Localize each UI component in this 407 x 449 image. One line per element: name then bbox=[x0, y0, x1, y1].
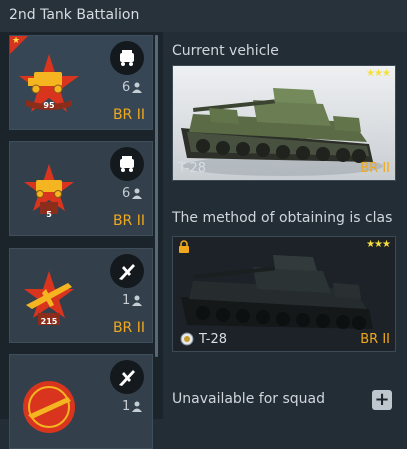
plane-emblem-icon: 215 bbox=[18, 265, 80, 335]
person-icon bbox=[132, 188, 143, 199]
current-vehicle-card[interactable]: ★★★ T-28 BR II bbox=[172, 65, 396, 181]
window-header: 2nd Tank Battalion bbox=[0, 0, 407, 32]
truck-emblem-icon: 5 bbox=[18, 158, 80, 228]
star-icon: ★ bbox=[12, 36, 21, 46]
member-count: 6 bbox=[122, 186, 143, 201]
member-count: 1 bbox=[122, 399, 143, 414]
rank-stars: ★★★ bbox=[366, 68, 391, 79]
vehicle-name: T-28 bbox=[178, 161, 206, 176]
squad-level: 215 bbox=[40, 317, 58, 326]
plane-icon[interactable] bbox=[110, 254, 144, 288]
truck-emblem-icon: 95 bbox=[18, 52, 80, 122]
plane-emblem-icon bbox=[18, 371, 80, 441]
car-icon[interactable] bbox=[110, 147, 144, 181]
squad-list-scrollbar[interactable] bbox=[155, 35, 158, 357]
vehicle-br: BR II bbox=[360, 161, 390, 176]
rank-stars: ★★★ bbox=[366, 239, 391, 250]
squad-title: 2nd Tank Battalion bbox=[9, 7, 140, 23]
squad-br: BR II bbox=[112, 107, 145, 123]
unavailable-label: Unavailable for squad bbox=[172, 391, 325, 407]
vehicle-br: BR II bbox=[360, 332, 390, 347]
person-icon bbox=[132, 295, 143, 306]
lock-icon bbox=[179, 240, 189, 253]
add-button[interactable]: + bbox=[372, 390, 392, 410]
medal-icon bbox=[180, 332, 194, 346]
person-icon bbox=[132, 401, 143, 412]
squad-card-2[interactable]: 5 6 BR II bbox=[9, 141, 153, 236]
squad-level: 95 bbox=[43, 101, 55, 110]
locked-vehicle-card[interactable]: ★★★ T-28 BR II bbox=[172, 236, 396, 352]
current-vehicle-label: Current vehicle bbox=[172, 43, 279, 59]
vehicle-name: T-28 bbox=[199, 332, 227, 347]
squad-br: BR II bbox=[112, 320, 145, 336]
plane-icon[interactable] bbox=[110, 360, 144, 394]
squad-card-1[interactable]: ★ 95 6 BR II bbox=[9, 35, 153, 130]
squad-card-3[interactable]: 215 1 BR II bbox=[9, 248, 153, 343]
obtaining-method-label: The method of obtaining is clas bbox=[172, 210, 393, 226]
person-icon bbox=[132, 82, 143, 93]
squad-card-4[interactable]: 1 bbox=[9, 354, 153, 449]
squad-level: 5 bbox=[46, 210, 52, 219]
car-icon[interactable] bbox=[110, 41, 144, 75]
member-count: 6 bbox=[122, 80, 143, 95]
member-count: 1 bbox=[122, 293, 143, 308]
squad-br: BR II bbox=[112, 213, 145, 229]
